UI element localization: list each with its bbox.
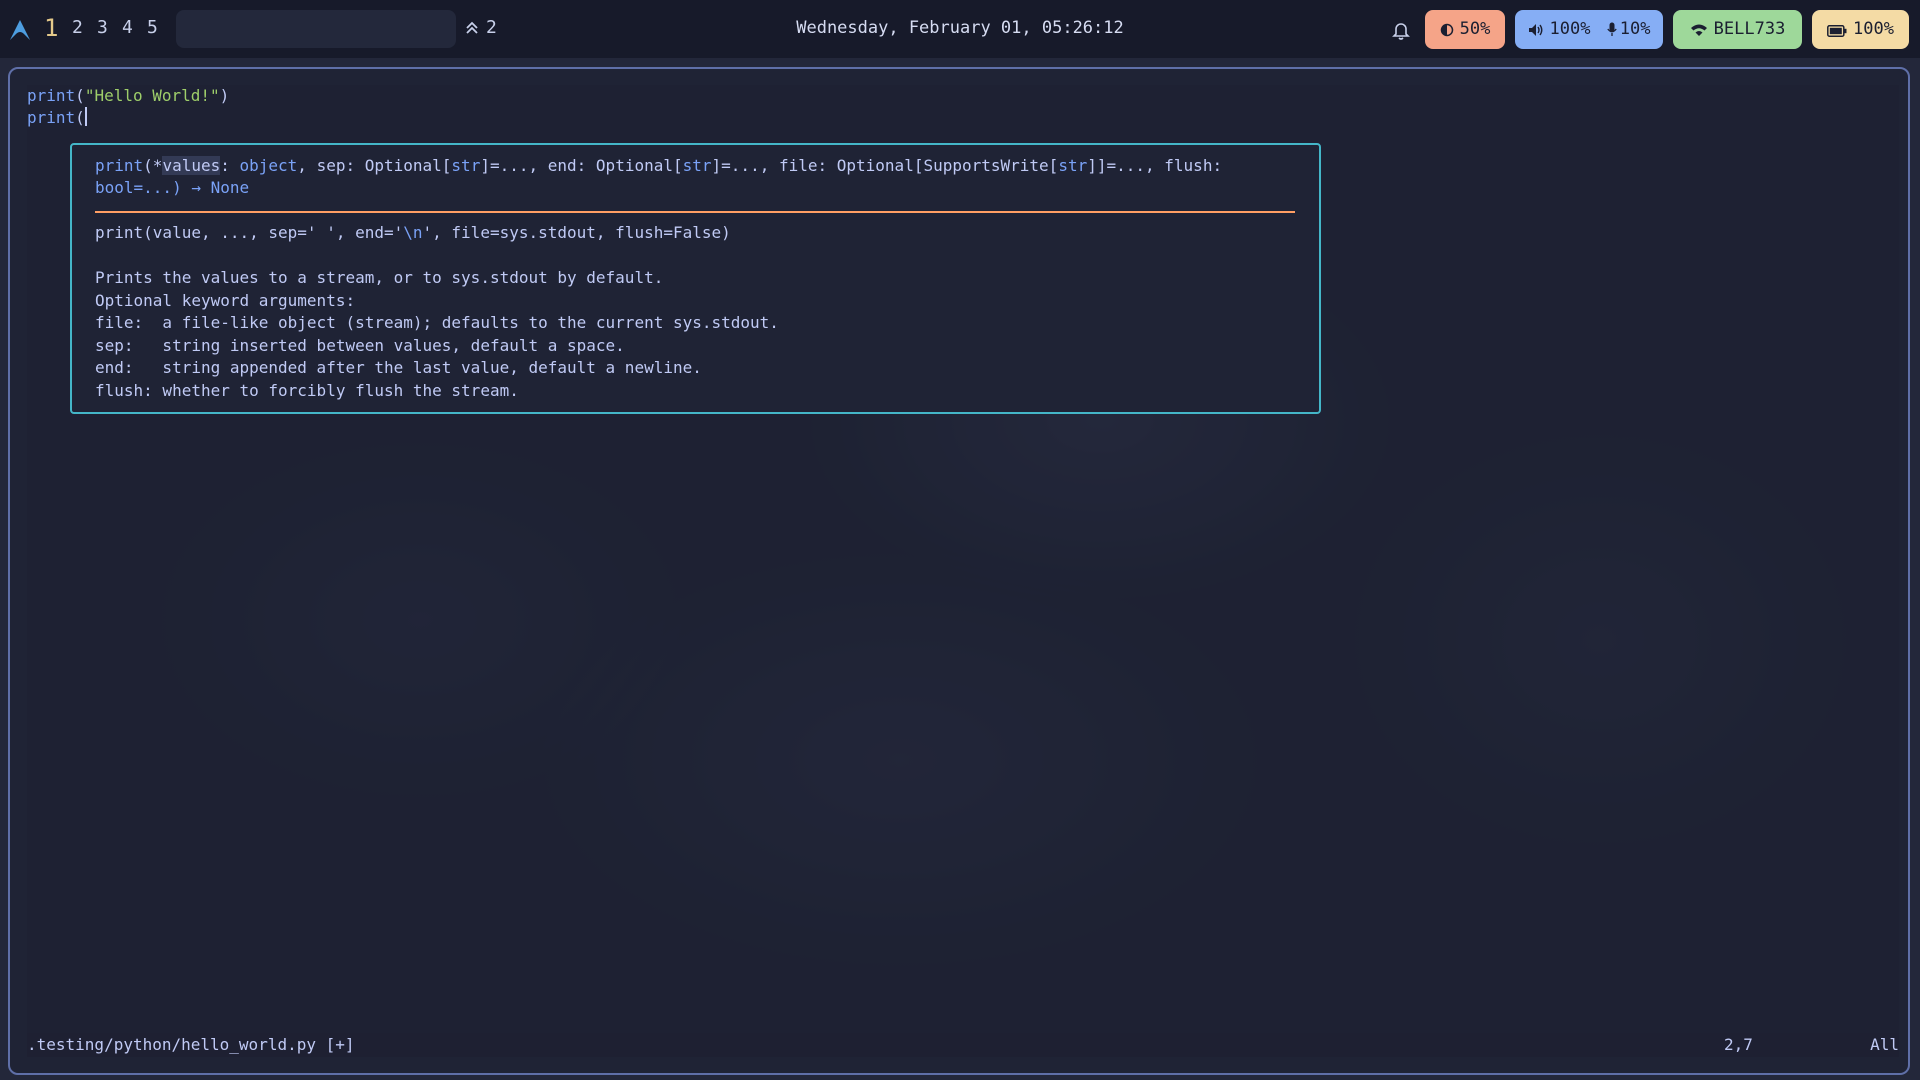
sig-token: : <box>220 156 240 175</box>
wifi-pill[interactable]: BELL733 <box>1673 10 1802 49</box>
text-cursor <box>84 107 87 126</box>
audio-pill[interactable]: 100% 10% <box>1515 10 1663 49</box>
doc-text: print(value, ..., sep=' ', end=' <box>95 223 404 242</box>
bell-icon[interactable] <box>1392 20 1410 40</box>
signature-line-2: bool=...) → None <box>95 177 249 200</box>
code-line-1[interactable]: print("Hello World!") <box>27 85 229 107</box>
status-file-path: .testing/python/hello_world.py [+] <box>27 1035 355 1054</box>
doc-escape: \n <box>403 223 423 242</box>
battery-value: 100% <box>1853 19 1894 39</box>
sig-token: bool=...) → <box>95 178 211 197</box>
terminal-window[interactable]: print("Hello World!") print( print(*valu… <box>8 67 1910 1075</box>
code-token-function: print <box>27 86 76 105</box>
sig-token: ]=..., end: Optional[ <box>480 156 683 175</box>
battery-pill[interactable]: 100% <box>1812 10 1909 49</box>
microphone-icon <box>1607 22 1617 36</box>
doc-line: end: string appended after the last valu… <box>95 358 702 377</box>
sig-type: object <box>239 156 298 175</box>
signature-line-1: print(*values: object, sep: Optional[str… <box>95 155 1222 178</box>
doc-line: file: a file-like object (stream); defau… <box>95 313 779 332</box>
wifi-icon <box>1690 24 1707 36</box>
doc-text: ', file=sys.stdout, flush=False) <box>422 223 731 242</box>
doc-line: sep: string inserted between values, def… <box>95 335 625 355</box>
code-token-paren: ( <box>75 108 85 127</box>
doc-line: flush: whether to forcibly flush the str… <box>95 380 519 400</box>
code-token-string: "Hello World!" <box>84 86 220 105</box>
sig-token: ]=..., file: Optional[SupportsWrite[ <box>711 156 1059 175</box>
sig-token: ]]=..., flush: <box>1087 156 1223 175</box>
doc-signature: print(value, ..., sep=' ', end='\n', fil… <box>95 222 731 245</box>
sig-token: , sep: Optional[ <box>297 156 452 175</box>
doc-line: Optional keyword arguments: <box>95 290 356 310</box>
top-bar: 1 2 3 4 5 2 Wednesday, February 01, 05:2… <box>0 0 1920 58</box>
code-editor[interactable]: print("Hello World!") print( print(*valu… <box>27 85 1899 1057</box>
status-line: .testing/python/hello_world.py [+] 2,7 A… <box>27 1033 1899 1057</box>
code-line-2[interactable]: print( <box>27 107 87 129</box>
code-token-paren: ) <box>219 86 230 105</box>
doc-line: Prints the values to a stream, or to sys… <box>95 268 664 287</box>
sig-function-name: print <box>95 156 144 175</box>
sig-type: str <box>1058 156 1088 175</box>
wifi-ssid: BELL733 <box>1713 19 1786 39</box>
status-cursor-position: 2,7 <box>1724 1035 1753 1054</box>
sig-return-type: None <box>210 178 250 197</box>
brightness-pill[interactable]: 50% <box>1425 10 1505 49</box>
brightness-value: 50% <box>1459 19 1491 39</box>
mic-value: 10% <box>1619 19 1651 39</box>
battery-icon <box>1827 25 1847 37</box>
hover-doc-popup[interactable]: print(*values: object, sep: Optional[str… <box>70 143 1321 414</box>
popup-divider <box>95 211 1295 213</box>
sig-token: (* <box>143 156 163 175</box>
sig-type: str <box>682 156 712 175</box>
sig-active-param: values <box>162 156 221 175</box>
sig-type: str <box>451 156 481 175</box>
volume-value: 100% <box>1549 19 1591 39</box>
status-scroll-indicator: All <box>1870 1035 1899 1054</box>
brightness-icon <box>1440 23 1453 37</box>
code-token-function: print <box>27 108 76 127</box>
speaker-icon <box>1528 24 1542 36</box>
code-token-paren: ( <box>75 86 85 105</box>
